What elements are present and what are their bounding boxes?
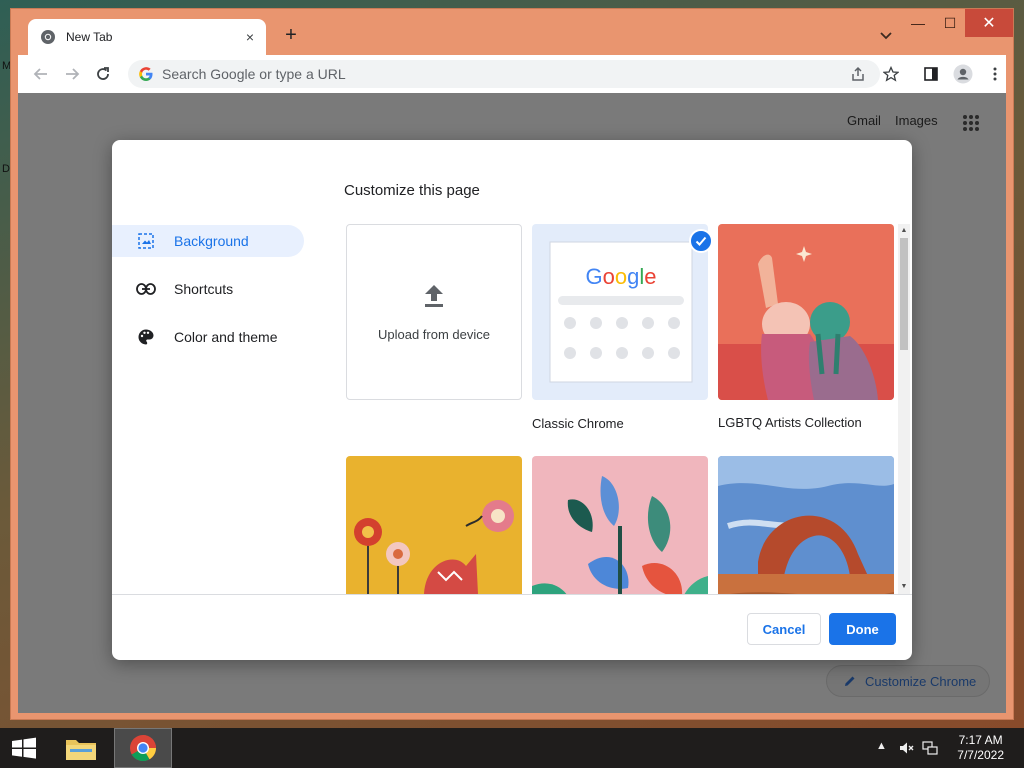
images-link[interactable]: Images (895, 113, 938, 128)
nav-item-shortcuts[interactable]: Shortcuts (112, 273, 304, 305)
gmail-link[interactable]: Gmail (847, 113, 881, 128)
classic-chrome-caption: Classic Chrome (532, 416, 624, 431)
chrome-icon (130, 735, 157, 762)
floral-yellow-image (346, 456, 522, 594)
lgbtq-artists-collection-tile[interactable] (718, 224, 894, 400)
system-clock[interactable]: 7:17 AM 7/7/2022 (957, 733, 1004, 763)
nav-item-label: Color and theme (174, 329, 278, 345)
lgbtq-caption: LGBTQ Artists Collection (718, 415, 862, 430)
upload-label: Upload from device (378, 326, 490, 342)
botanical-pink-background-tile[interactable] (532, 456, 708, 594)
folder-icon (66, 740, 96, 760)
desert-arch-image (718, 456, 894, 594)
desert-arch-background-tile[interactable] (718, 456, 894, 594)
nav-item-label: Background (174, 233, 249, 249)
tab-search-chevron-icon[interactable] (877, 26, 895, 44)
selected-check-icon (689, 229, 713, 253)
classic-chrome-tile[interactable]: Google (532, 224, 708, 400)
network-icon[interactable] (922, 740, 938, 756)
tab-new-tab[interactable]: New Tab × (28, 19, 266, 55)
scroll-down-arrow-icon[interactable]: ▼ (900, 582, 908, 592)
tab-strip: New Tab × + — ☐ ✕ (11, 9, 1013, 55)
address-bar-placeholder: Search Google or type a URL (162, 66, 346, 82)
pencil-icon (845, 676, 855, 686)
background-grid: Upload from device Google Classic Chrome (346, 224, 896, 594)
show-hidden-icons-chevron-icon[interactable]: ▲ (876, 740, 892, 756)
tab-title: New Tab (66, 30, 113, 44)
image-icon (136, 231, 156, 251)
speaker-muted-icon[interactable] (898, 740, 914, 756)
done-button[interactable]: Done (829, 613, 896, 645)
nav-item-background[interactable]: Background (112, 225, 304, 257)
google-apps-grid-icon[interactable] (962, 114, 980, 132)
upload-from-device-tile[interactable]: Upload from device (346, 224, 522, 400)
browser-toolbar: Search Google or type a URL (18, 55, 1006, 93)
reload-icon[interactable] (92, 63, 114, 85)
scrollbar-thumb[interactable] (900, 238, 908, 350)
bookmark-star-icon[interactable] (880, 63, 902, 85)
cancel-button[interactable]: Cancel (747, 613, 821, 645)
botanical-pink-image (532, 456, 708, 594)
taskbar: ▲ 7:17 AM 7/7/2022 (0, 728, 1024, 768)
profile-avatar-icon[interactable] (952, 63, 974, 85)
nav-item-label: Shortcuts (174, 281, 234, 297)
google-wordmark: Google (585, 264, 656, 289)
customize-chrome-button[interactable]: Customize Chrome (826, 665, 990, 697)
nav-item-color-theme[interactable]: Color and theme (112, 321, 304, 353)
back-arrow-icon[interactable] (30, 63, 52, 85)
forward-arrow-icon[interactable] (61, 63, 83, 85)
scroll-up-arrow-icon[interactable]: ▲ (900, 226, 908, 236)
palette-icon (136, 327, 156, 347)
google-g-icon (139, 67, 153, 81)
clock-date: 7/7/2022 (957, 748, 1004, 762)
share-icon[interactable] (847, 63, 869, 85)
windows-start-icon[interactable] (10, 737, 38, 759)
side-panel-icon[interactable] (920, 63, 942, 85)
more-vertical-icon[interactable] (984, 63, 1006, 85)
customize-chrome-label: Customize Chrome (865, 673, 977, 689)
grid-scrollbar[interactable]: ▲ ▼ (898, 224, 910, 594)
new-tab-button[interactable]: + (279, 23, 303, 47)
lgbtq-artwork-image (718, 224, 894, 400)
upload-icon (425, 284, 443, 307)
chrome-favicon-icon (41, 30, 55, 44)
maximize-button[interactable]: ☐ (933, 9, 967, 37)
clock-time: 7:17 AM (958, 733, 1003, 747)
address-bar[interactable]: Search Google or type a URL (128, 60, 880, 88)
tab-close-icon[interactable]: × (246, 29, 254, 45)
floral-yellow-background-tile[interactable] (346, 456, 522, 594)
classic-chrome-preview: Google (549, 241, 693, 383)
customize-dialog: Customize this page Background Shortcuts… (112, 140, 912, 660)
file-explorer-taskbar-button[interactable] (52, 728, 110, 768)
chrome-taskbar-button[interactable] (114, 728, 172, 768)
close-window-button[interactable]: ✕ (965, 9, 1013, 37)
dialog-title: Customize this page (344, 182, 480, 199)
link-icon (136, 279, 156, 299)
minimize-button[interactable]: — (901, 9, 935, 37)
dialog-footer: Cancel Done (112, 594, 912, 660)
desktop-icon-label-fragment: D (2, 163, 10, 175)
